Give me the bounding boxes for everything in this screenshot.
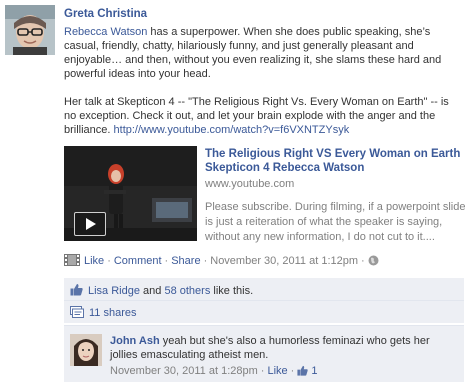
video-film-icon: [64, 254, 80, 270]
commenter-avatar[interactable]: [70, 334, 102, 366]
likes-line: Lisa Ridge and 58 others like this.: [70, 283, 253, 300]
others-likes-link[interactable]: 58 others: [164, 285, 210, 297]
play-icon[interactable]: [74, 212, 106, 236]
post-author[interactable]: Greta Christina: [64, 8, 147, 20]
separator: ·: [290, 365, 295, 377]
attachment-title[interactable]: The Religious Right VS Every Woman on Ea…: [205, 147, 467, 175]
commenter-name-link[interactable]: John Ash: [110, 335, 160, 347]
thumbs-up-icon: [70, 283, 83, 300]
author-avatar[interactable]: [5, 5, 55, 55]
attachment-description: Please subscribe. During filming, if a p…: [205, 201, 466, 243]
likes-suffix-text: like this.: [210, 285, 254, 297]
mention-link[interactable]: Rebecca Watson: [64, 26, 147, 38]
post-paragraph-1: Rebecca Watson has a superpower. When sh…: [64, 25, 464, 81]
globe-icon: [368, 255, 379, 270]
attachment-domain: www.youtube.com: [205, 178, 295, 190]
comment-like-thumb-icon[interactable]: [297, 365, 309, 379]
comment-like-link[interactable]: Like: [267, 365, 287, 377]
separator: ·: [260, 365, 265, 377]
separator: ·: [107, 255, 111, 267]
shares-summary: 11 shares: [64, 301, 464, 323]
separator: ·: [164, 255, 169, 267]
post-paragraph-2: Her talk at Skepticon 4 -- "The Religiou…: [64, 95, 464, 137]
shares-line: 11 shares: [70, 306, 137, 322]
video-url-link[interactable]: http://www.youtube.com/watch?v=f6VXNTZYs…: [114, 124, 350, 136]
post-actions: Like · Comment · Share · November 30, 2011 at …: [64, 254, 379, 268]
share-link[interactable]: Share: [171, 255, 200, 267]
comment-body: John Ash yeah but she's also a humorless…: [110, 334, 455, 362]
share-icon: [70, 306, 84, 322]
liker-name-link[interactable]: Lisa Ridge: [88, 285, 140, 297]
likes-summary: Lisa Ridge and 58 others like this.: [64, 278, 464, 301]
post-timestamp[interactable]: November 30, 2011 at 1:12pm: [210, 255, 358, 267]
comment-like-count[interactable]: 1: [311, 365, 317, 377]
video-thumbnail[interactable]: [64, 146, 197, 241]
comment: John Ash yeah but she's also a humorless…: [64, 325, 464, 382]
post-body: Rebecca Watson has a superpower. When sh…: [64, 25, 464, 151]
shares-link[interactable]: 11 shares: [89, 307, 137, 319]
comment-link[interactable]: Comment: [114, 255, 162, 267]
separator: ·: [203, 255, 208, 267]
video-attachment: The Religious Right VS Every Woman on Ea…: [64, 146, 467, 246]
likes-and-text: and: [139, 285, 165, 297]
separator: ·: [361, 255, 365, 267]
comment-meta: November 30, 2011 at 1:28pm · Like · 1: [110, 365, 317, 379]
comment-timestamp[interactable]: November 30, 2011 at 1:28pm: [110, 365, 258, 377]
like-link[interactable]: Like: [84, 255, 104, 267]
